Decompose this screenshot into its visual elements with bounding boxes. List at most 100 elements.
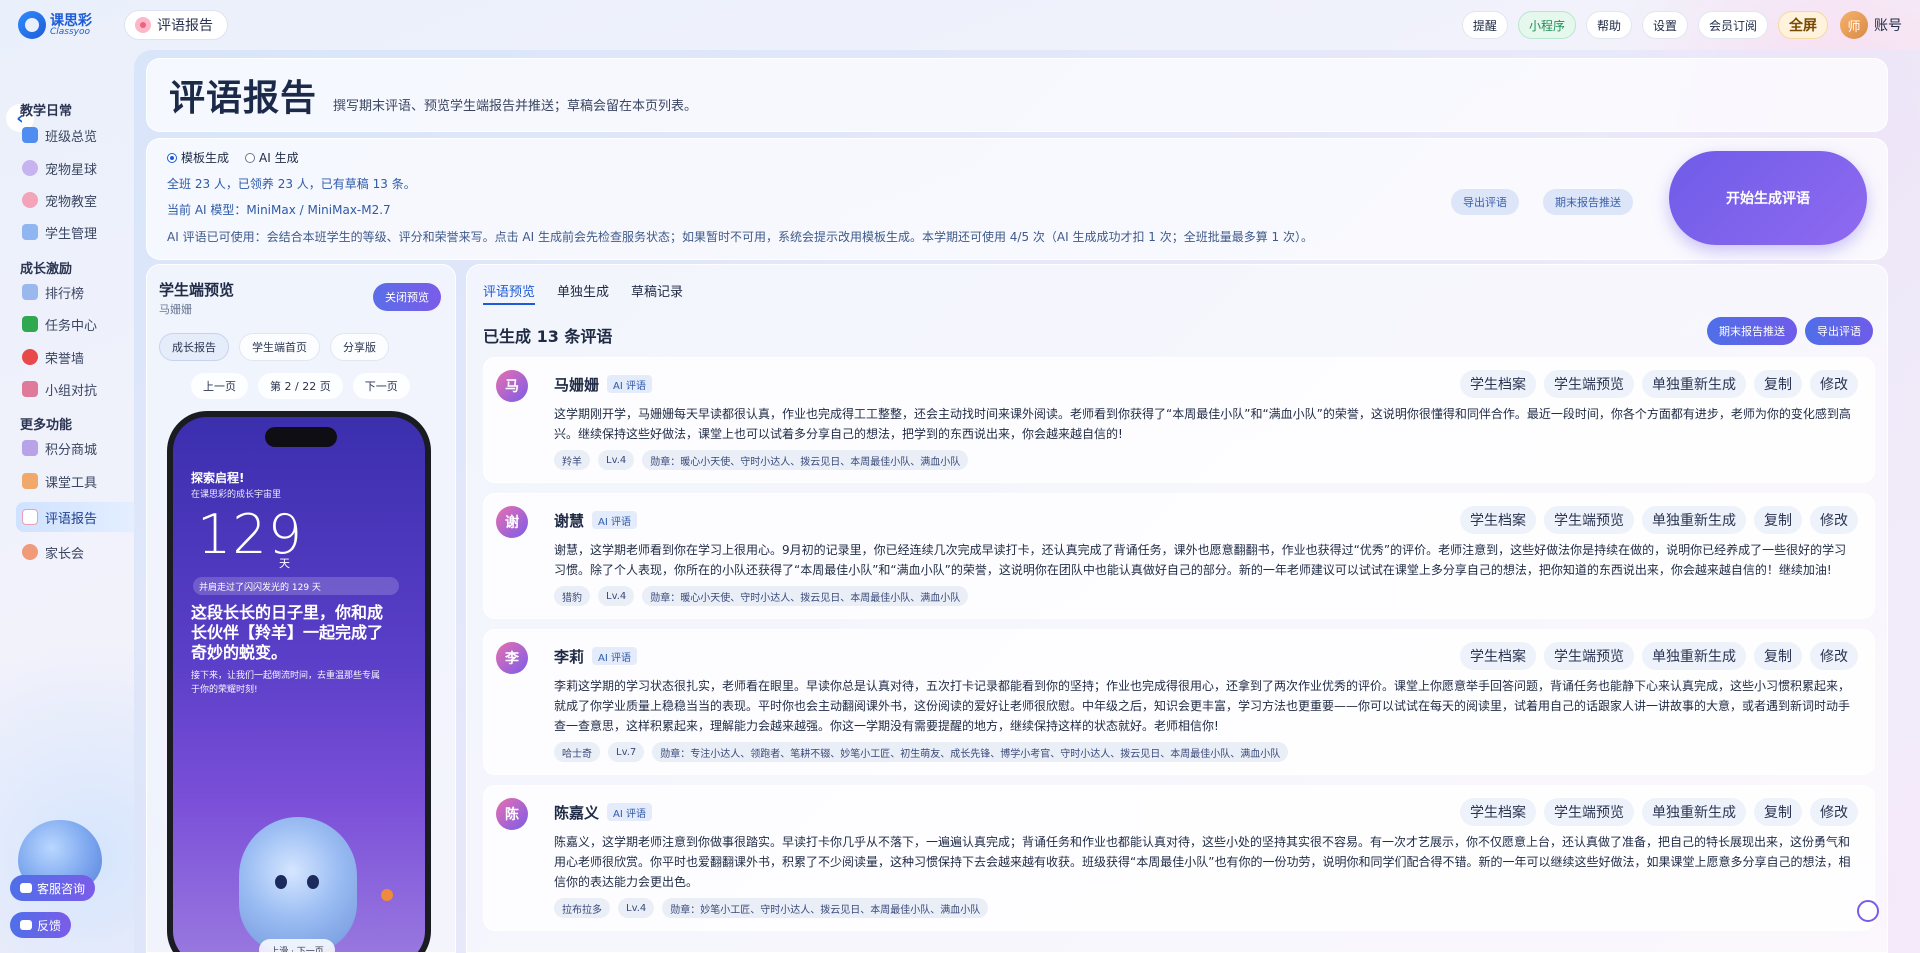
level-chip: Lv.4 [598, 586, 635, 606]
generated-count-title: 已生成 13 条评语 [483, 327, 613, 346]
copy-button[interactable]: 复制 [1754, 642, 1802, 670]
student-avatar: 马 [496, 370, 528, 402]
mini-program-button[interactable]: 小程序 [1517, 11, 1576, 39]
sidebar-item-group-battle[interactable]: 小组对抗 [20, 374, 132, 404]
settings-button[interactable]: 设置 [1641, 11, 1688, 39]
sidebar-item-label: 班级总览 [45, 129, 98, 145]
shield-icon [22, 381, 38, 397]
term-report-push-button[interactable]: 期末报告推送 [1707, 317, 1797, 345]
edit-button[interactable]: 修改 [1810, 506, 1858, 534]
swipe-next-hint[interactable]: 上滑 · 下一页 [259, 939, 335, 952]
phone-notch [265, 427, 337, 447]
sidebar-item-classroom-tools[interactable]: 课堂工具 [20, 466, 132, 496]
feedback-label: 反馈 [37, 918, 62, 933]
preview-tab-growth-report[interactable]: 成长报告 [159, 333, 229, 361]
top-bar: 课思彩 Classyoo 评语报告 提醒 小程序 帮助 设置 会员订阅 全屏 师… [0, 0, 1920, 50]
student-avatar: 谢 [496, 506, 528, 538]
sidebar-item-honor-wall[interactable]: 荣誉墙 [20, 342, 132, 372]
edit-button[interactable]: 修改 [1810, 798, 1858, 826]
toolbox-icon [22, 473, 38, 489]
term-report-push-button[interactable]: 期末报告推送 [1543, 189, 1633, 215]
account-menu[interactable]: 师 账号 [1840, 11, 1902, 39]
membership-button[interactable]: 会员订阅 [1697, 11, 1768, 39]
tab-draft-records[interactable]: 草稿记录 [631, 281, 683, 305]
comment-text: 陈嘉义，这学期老师注意到你做事很踏实。早读打卡你几乎从不落下，一遍遍认真完成；背… [554, 835, 1851, 889]
sidebar-item-comment-report[interactable]: 评语报告 [16, 502, 134, 532]
edit-button[interactable]: 修改 [1810, 642, 1858, 670]
sidebar-item-label: 课堂工具 [45, 475, 98, 491]
logo-icon [18, 11, 46, 39]
export-comments-button[interactable]: 导出评语 [1451, 189, 1519, 215]
radio-ai-generate[interactable]: AI 生成 [245, 149, 299, 166]
fullscreen-button[interactable]: 全屏 [1778, 11, 1828, 39]
student-preview-button[interactable]: 学生端预览 [1544, 642, 1634, 670]
sidebar-group-teaching: 教学日常 [20, 104, 73, 119]
help-button[interactable]: 帮助 [1585, 11, 1632, 39]
radio-unchecked-icon [245, 152, 256, 163]
badges-chip: 勋章：暖心小天使、守时小达人、拨云见日、本周最佳小队、满血小队 [642, 586, 969, 606]
comment-text: 这学期刚开学，马姗姗每天早读都很认真，作业也完成得工工整整，还会主动找时间来课外… [554, 407, 1851, 441]
student-preview-button[interactable]: 学生端预览 [1544, 798, 1634, 826]
sidebar-item-label: 学生管理 [45, 226, 98, 242]
tab-single-generate[interactable]: 单独生成 [557, 281, 609, 305]
regenerate-button[interactable]: 单独重新生成 [1642, 798, 1746, 826]
phone-mockup: 探索启程! 在课思彩的成长宇宙里 129 天 并肩走过了闪闪发光的 129 天 … [167, 411, 431, 952]
radio-label: 模板生成 [181, 151, 230, 165]
close-preview-button[interactable]: 关闭预览 [373, 283, 441, 311]
mascot-image [239, 817, 357, 952]
sidebar-item-label: 排行榜 [45, 286, 85, 302]
copy-button[interactable]: 复制 [1754, 506, 1802, 534]
remind-button[interactable]: 提醒 [1461, 11, 1508, 39]
radio-template-generate[interactable]: 模板生成 [167, 149, 229, 166]
app-logo[interactable]: 课思彩 Classyoo [18, 11, 110, 39]
comment-list-panel: 评语预览 单独生成 草稿记录 已生成 13 条评语 期末报告推送 导出评语 马 … [466, 264, 1888, 953]
regenerate-button[interactable]: 单独重新生成 [1642, 642, 1746, 670]
shopping-bag-icon [22, 440, 38, 456]
screen-heading: 探索启程! [191, 471, 245, 485]
comment-card: 李 李莉 AI 评语 学生档案 学生端预览 单独重新生成 复制 修改 李莉这学期… [483, 629, 1875, 775]
regenerate-button[interactable]: 单独重新生成 [1642, 370, 1746, 398]
mascot-eye [275, 875, 287, 889]
sidebar-item-pet-classroom[interactable]: 宠物教室 [20, 185, 132, 215]
copy-button[interactable]: 复制 [1754, 370, 1802, 398]
student-preview-button[interactable]: 学生端预览 [1544, 370, 1634, 398]
preview-student-name: 马姗姗 [159, 303, 192, 316]
student-profile-button[interactable]: 学生档案 [1460, 798, 1536, 826]
sidebar-item-class-overview[interactable]: 班级总览 [20, 120, 132, 150]
customer-service-label: 客服咨询 [37, 881, 86, 896]
student-preview-panel: 学生端预览 马姗姗 关闭预览 成长报告 学生端首页 分享版 上一页 第 2 / … [146, 264, 456, 953]
next-page-button[interactable]: 下一页 [352, 373, 410, 399]
prev-page-button[interactable]: 上一页 [191, 373, 248, 399]
student-preview-button[interactable]: 学生端预览 [1544, 506, 1634, 534]
copy-button[interactable]: 复制 [1754, 798, 1802, 826]
comment-card: 谢 谢慧 AI 评语 学生档案 学生端预览 单独重新生成 复制 修改 谢慧，这学… [483, 493, 1875, 619]
help-float-icon[interactable] [1857, 900, 1879, 922]
house-icon [22, 127, 38, 143]
sidebar-item-task-center[interactable]: 任务中心 [20, 309, 132, 339]
edit-button[interactable]: 修改 [1810, 370, 1858, 398]
sidebar: ‹ 教学日常 班级总览 宠物星球 宠物教室 学生管理 成长激励 排行榜 任务中心… [0, 50, 134, 953]
sidebar-item-student-management[interactable]: 学生管理 [20, 217, 132, 247]
student-profile-button[interactable]: 学生档案 [1460, 370, 1536, 398]
student-name: 谢慧 [554, 511, 585, 530]
preview-tab-student-home[interactable]: 学生端首页 [239, 333, 320, 361]
start-generate-button[interactable]: 开始生成评语 [1669, 151, 1867, 245]
student-profile-button[interactable]: 学生档案 [1460, 642, 1536, 670]
tab-comment-preview[interactable]: 评语预览 [483, 281, 536, 305]
report-icon [22, 509, 38, 525]
regenerate-button[interactable]: 单独重新生成 [1642, 506, 1746, 534]
phone-screen: 探索启程! 在课思彩的成长宇宙里 129 天 并肩走过了闪闪发光的 129 天 … [173, 417, 425, 952]
preview-tab-share[interactable]: 分享版 [330, 333, 389, 361]
sidebar-item-pet-planet[interactable]: 宠物星球 [20, 153, 132, 183]
page-title-chip[interactable]: 评语报告 [124, 10, 228, 40]
sidebar-item-leaderboard[interactable]: 排行榜 [20, 277, 132, 307]
sidebar-item-points-mall[interactable]: 积分商城 [20, 433, 132, 463]
trophy-icon [22, 284, 38, 300]
customer-service-button[interactable]: 客服咨询 [10, 875, 96, 901]
sidebar-item-parent-meeting[interactable]: 家长会 [20, 537, 132, 567]
feedback-button[interactable]: 反馈 [10, 912, 72, 938]
student-avatar: 李 [496, 642, 528, 674]
ai-comment-tag: AI 评语 [592, 511, 637, 529]
student-profile-button[interactable]: 学生档案 [1460, 506, 1536, 534]
export-comments-button[interactable]: 导出评语 [1805, 317, 1873, 345]
